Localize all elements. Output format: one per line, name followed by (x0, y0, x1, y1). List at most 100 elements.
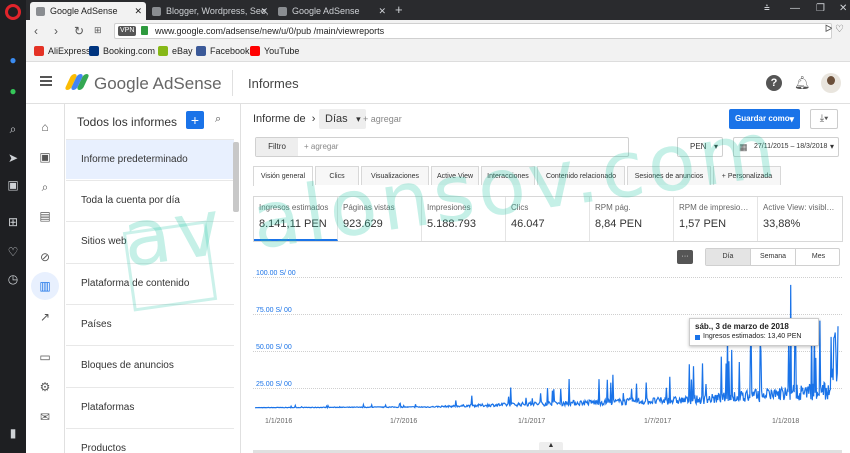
bookmark-booking[interactable]: Booking.com (89, 46, 155, 56)
metric-rpm-impresiones[interactable]: RPM de impresio… 1,57 PEN (674, 197, 758, 241)
send-icon[interactable]: ➤ (5, 150, 21, 166)
report-item-plataforma-contenido[interactable]: Plataforma de contenido (66, 263, 234, 303)
help-icon[interactable]: ? (766, 75, 782, 91)
camera-icon[interactable]: ▣ (5, 177, 21, 193)
feedback-icon[interactable]: ✉ (36, 408, 54, 426)
dimension-select[interactable]: Días (319, 109, 366, 129)
adsense-logo-text[interactable]: Google AdSense (94, 74, 222, 94)
download-icon[interactable]: ⤓▾ (810, 109, 838, 129)
report-item-plataformas[interactable]: Plataformas (66, 387, 234, 427)
close-window-icon[interactable]: ✕ (839, 3, 847, 14)
notifications-bell-icon[interactable]: 🔔︎ (794, 75, 811, 91)
tab-personalizada[interactable]: + Personalizada (713, 166, 781, 185)
x-tick-label: 1/7/2016 (390, 418, 418, 425)
x-tick-label: 1/1/2018 (772, 418, 800, 425)
history-icon[interactable]: ◷ (5, 271, 21, 287)
speed-dial-icon[interactable]: ⊞ (94, 25, 102, 36)
close-tab-icon[interactable]: ✕ (260, 2, 268, 20)
payments-icon[interactable]: ▭ (36, 348, 54, 366)
metric-rpm-pagina[interactable]: RPM pág. 8,84 PEN (590, 197, 674, 241)
metric-active-view[interactable]: Active View: visibl… 33,88% (758, 197, 842, 241)
report-item-productos[interactable]: Productos (66, 428, 234, 453)
browser-tab[interactable]: Google AdSense ✕ (30, 2, 146, 20)
granularity-toggle: Día Semana Mes (705, 248, 840, 266)
save-as-button[interactable]: Guardar como (729, 109, 800, 129)
sidebar-toggle-icon[interactable]: ▮ (5, 425, 21, 441)
tab-menu-icon[interactable]: ⩮ (764, 3, 770, 14)
address-toolbar: ‹ › ↻ ⊞ VPN www.google.com/adsense/new/u… (26, 20, 850, 42)
series-line-ingresos[interactable] (254, 284, 839, 410)
trending-icon[interactable]: ↗ (36, 308, 54, 326)
date-range-select[interactable]: 27/11/2015 – 18/3/2018 (733, 137, 839, 157)
vpn-badge[interactable]: VPN (118, 26, 137, 36)
bookmark-youtube[interactable]: YouTube (250, 46, 299, 56)
new-tab-icon[interactable]: + (395, 2, 403, 17)
menu-icon[interactable] (40, 76, 52, 86)
home-icon[interactable]: ⌂ (36, 118, 54, 136)
search-icon[interactable]: ⌕ (215, 113, 221, 126)
maximize-icon[interactable]: ❐ (816, 3, 825, 14)
optimization-icon[interactable]: ⌕ (36, 178, 54, 196)
metrics-scorecard: Ingresos estimados 8.141,11 PEN Páginas … (253, 196, 843, 242)
revenue-chart: 100.00 S/ 00 75.00 S/ 00 50.00 S/ 00 25.… (253, 270, 842, 440)
metric-paginas-vistas[interactable]: Páginas vistas 923.629 (338, 197, 422, 241)
granularity-day-button[interactable]: Día (706, 249, 751, 265)
reports-icon[interactable]: ▥ (31, 272, 59, 300)
snapshot-icon[interactable]: ᐅ ♡ (825, 24, 844, 35)
tab-contenido-relacionado[interactable]: Contenido relacionado (537, 166, 625, 185)
my-ads-icon[interactable]: ▣ (36, 148, 54, 166)
browser-tab[interactable]: Blogger, Wordpress, Seo, … ✕ (146, 2, 272, 20)
avatar[interactable] (821, 73, 841, 93)
whatsapp-icon[interactable]: ● (5, 83, 21, 99)
forward-icon[interactable]: › (54, 24, 58, 38)
tab-visualizaciones[interactable]: Visualizaciones (361, 166, 429, 185)
report-item-paises[interactable]: Países (66, 304, 234, 344)
messenger-icon[interactable]: ● (5, 52, 21, 68)
tab-interacciones[interactable]: Interacciones (481, 166, 535, 185)
sites-icon[interactable]: ▤ (36, 207, 54, 225)
metric-ingresos[interactable]: Ingresos estimados 8.141,11 PEN (254, 197, 338, 241)
browser-tab[interactable]: Google AdSense ✕ (272, 2, 390, 20)
annotation-icon[interactable]: ··· (677, 250, 693, 264)
close-tab-icon[interactable]: ✕ (378, 2, 386, 20)
metric-label: Impresiones (427, 203, 471, 212)
report-item-predeterminado[interactable]: Informe predeterminado (66, 139, 234, 179)
search-icon[interactable]: ⌕ (5, 121, 21, 137)
currency-select[interactable]: PEN (677, 137, 723, 157)
opera-logo-icon[interactable] (5, 4, 21, 20)
bookmark-ebay[interactable]: eBay (158, 46, 193, 56)
lock-icon[interactable] (141, 26, 148, 35)
reload-icon[interactable]: ↻ (74, 24, 84, 38)
tab-sesiones-anuncios[interactable]: Sesiones de anuncios (627, 166, 711, 185)
reports-scrollbar[interactable] (233, 142, 239, 212)
tab-clics[interactable]: Clics (315, 166, 359, 185)
settings-gear-icon[interactable]: ⚙ (36, 378, 54, 396)
filter-bar[interactable]: Filtro + agregar (255, 137, 629, 157)
granularity-month-button[interactable]: Mes (796, 249, 841, 265)
tab-active-view[interactable]: Active View (431, 166, 479, 185)
close-tab-icon[interactable]: ✕ (134, 2, 142, 20)
minimize-icon[interactable]: — (790, 3, 800, 14)
granularity-week-button[interactable]: Semana (751, 249, 796, 265)
filter-button[interactable]: Filtro (256, 138, 298, 156)
metric-clics[interactable]: Clics 46.047 (506, 197, 590, 241)
report-item-bloques-anuncios[interactable]: Bloques de anuncios (66, 345, 234, 385)
add-dimension-link[interactable]: + agregar (363, 114, 402, 124)
tooltip-date: sáb., 3 de marzo de 2018 (695, 322, 789, 331)
heart-icon[interactable]: ♡ (5, 244, 21, 260)
chart-collapse-icon[interactable]: ▲ (539, 442, 563, 450)
add-report-button[interactable]: + (186, 111, 204, 129)
url-field[interactable]: VPN www.google.com/adsense/new/u/0/pub /… (114, 23, 832, 39)
back-icon[interactable]: ‹ (34, 24, 38, 38)
metric-impresiones[interactable]: Impresiones 5.188.793 (422, 197, 506, 241)
report-item-sitios-web[interactable]: Sitios web (66, 221, 234, 261)
filter-add-link[interactable]: + agregar (304, 138, 338, 156)
chart-tooltip: sáb., 3 de marzo de 2018 Ingresos estima… (689, 318, 819, 346)
bookmark-facebook[interactable]: Facebook (196, 46, 250, 56)
bookmark-aliexpress[interactable]: AliExpress (34, 46, 91, 56)
metric-label: RPM pág. (595, 203, 631, 212)
report-item-cuenta-dia[interactable]: Toda la cuenta por día (66, 180, 234, 220)
block-controls-icon[interactable]: ⊘ (36, 248, 54, 266)
speed-dial-icon[interactable]: ⊞ (5, 214, 21, 230)
tab-vision-general[interactable]: Visión general (253, 166, 313, 186)
